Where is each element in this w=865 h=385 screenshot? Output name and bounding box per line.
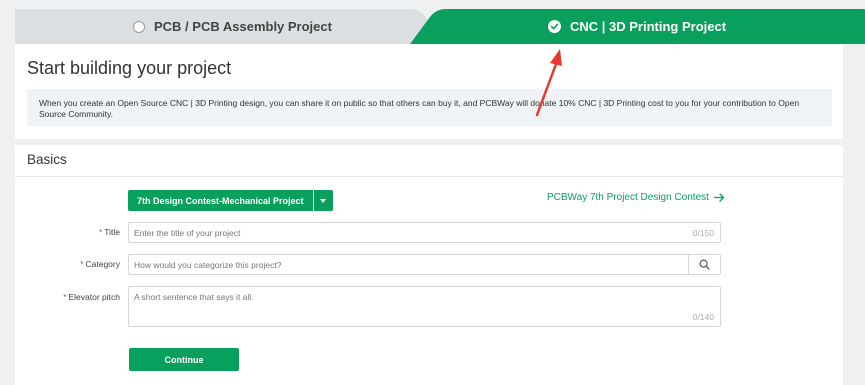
check-circle-icon xyxy=(548,20,561,33)
contest-select[interactable]: 7th Design Contest-Mechanical Project xyxy=(128,190,333,211)
contest-link[interactable]: PCBWay 7th Project Design Contest xyxy=(547,190,725,204)
contest-select-label[interactable]: 7th Design Contest-Mechanical Project xyxy=(128,190,313,211)
info-box: When you create an Open Source CNC | 3D … xyxy=(27,89,832,126)
pitch-placeholder: A short sentence that says it all. xyxy=(134,292,254,302)
category-placeholder: How would you categorize this project? xyxy=(134,260,282,270)
divider xyxy=(15,176,843,177)
search-icon[interactable] xyxy=(688,255,720,274)
title-counter: 0/150 xyxy=(692,228,714,238)
pitch-textarea[interactable]: A short sentence that says it all. 0/140 xyxy=(128,286,721,327)
radio-icon xyxy=(133,20,145,33)
continue-button[interactable]: Continue xyxy=(129,348,239,371)
category-label: * Category xyxy=(80,259,120,269)
title-input[interactable]: Enter the title of your project 0/150 xyxy=(128,222,721,243)
page-title: Start building your project xyxy=(27,58,232,78)
intro-card: Start building your project When you cre… xyxy=(15,44,843,139)
tab-pcb-label-group[interactable]: PCB / PCB Assembly Project xyxy=(133,9,332,44)
tab-pcb-label: PCB / PCB Assembly Project xyxy=(154,19,332,34)
tab-cnc-label: CNC | 3D Printing Project xyxy=(570,19,727,34)
basics-card: Basics 7th Design Contest-Mechanical Pro… xyxy=(15,145,843,385)
caret-down-icon[interactable] xyxy=(313,190,333,211)
pitch-counter: 0/140 xyxy=(692,312,714,322)
section-title: Basics xyxy=(27,152,67,167)
info-text: When you create an Open Source CNC | 3D … xyxy=(39,98,800,119)
category-input[interactable]: How would you categorize this project? xyxy=(128,254,721,275)
tab-cnc-label-group[interactable]: CNC | 3D Printing Project xyxy=(548,9,726,44)
title-label: * Title xyxy=(98,227,120,237)
contest-link-text[interactable]: PCBWay 7th Project Design Contest xyxy=(547,192,709,203)
pitch-label: * Elevator pitch xyxy=(63,292,120,302)
arrow-right-icon xyxy=(713,192,725,202)
title-placeholder: Enter the title of your project xyxy=(134,228,241,238)
